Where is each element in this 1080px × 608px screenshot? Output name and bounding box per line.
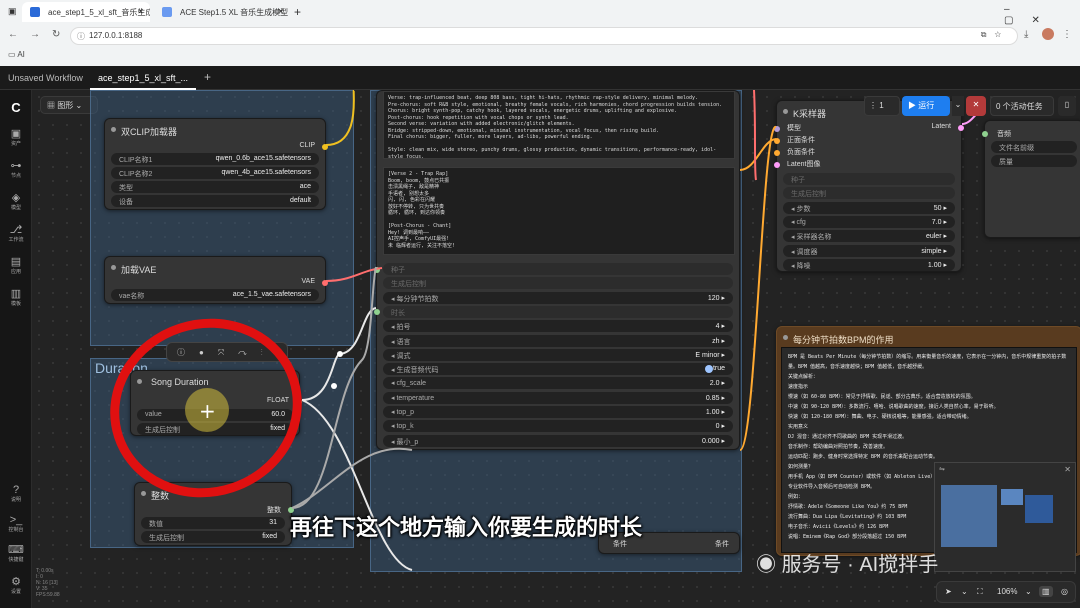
sidebar-item-console[interactable]: >_ 控制台 (0, 514, 32, 534)
cancel-run-button[interactable]: ✕ (966, 96, 986, 116)
comfy-favicon-icon (30, 7, 40, 17)
wechat-icon: ◉ (756, 554, 782, 576)
sidebar-item-workflows[interactable]: ⎇ 工作流 (0, 224, 32, 244)
app-icon: ▤ (10, 256, 22, 268)
browser-toolbar-icons[interactable]: ⤓ (1024, 29, 1036, 40)
active-tasks[interactable]: 0 个活动任务 (990, 96, 1054, 116)
nodes-icon: ⊶ (10, 160, 22, 172)
sidebar-item-settings[interactable]: ⚙ 设置 (0, 576, 32, 596)
run-button[interactable]: ▶ 运行 (902, 96, 950, 116)
browser-chrome: ace_step1_5_xl_sft_音乐生成 ✕ ACE Step1.5 XL … (0, 0, 1080, 66)
sidebar-item-nodes[interactable]: ⊶ 节点 (0, 160, 32, 180)
link-positive (739, 125, 777, 451)
perf-stats: T: 0.00s I: 0 N: 16 [13] V: 35 FPS:59.88 (36, 568, 60, 598)
minimap-node (1001, 489, 1023, 505)
left-sidebar: C ▣ 资产 ⊶ 节点 ◈ 模型 ⎇ 工作流 ▤ 应用 ▥ 模板 ? 说明 >_ 控制台 ⌨ 快捷… (0, 90, 32, 608)
close-icon[interactable]: ✕ (277, 7, 284, 16)
sidebar-item-assets[interactable]: ▣ 资产 (0, 128, 32, 148)
minimap-settings-icon[interactable]: ⇋ (939, 465, 945, 473)
link-clip (325, 90, 355, 146)
sidebar-item-apps[interactable]: ▤ 应用 (0, 256, 32, 276)
zoom-chevron-down-icon[interactable]: ⌄ (1025, 587, 1032, 596)
minimap-group (941, 485, 997, 547)
nav-buttons[interactable]: ←→↻ (8, 29, 72, 40)
new-tab-button[interactable]: + (294, 5, 301, 19)
site-info-icon: ⓘ (77, 32, 85, 41)
template-icon: ▥ (10, 288, 22, 300)
watermark: ◉ 服务号 · AI搅拌手 (756, 554, 939, 576)
run-options-chevron-down-icon[interactable]: ⌄ (952, 96, 964, 116)
browser-menu-icon[interactable]: ⋮ (1062, 29, 1072, 40)
sidebar-item-templates[interactable]: ▥ 模板 (0, 288, 32, 308)
bookmark-folder[interactable]: ▭ AI (8, 50, 25, 59)
settings-icon: ⚙ (11, 576, 21, 588)
tab-unsaved-workflow[interactable]: Unsaved Workflow (0, 66, 91, 90)
pointer-icon[interactable]: ➤ (945, 587, 952, 596)
comfy-logo: C (11, 100, 21, 115)
tab-list-icon[interactable]: ▣ (8, 6, 17, 17)
help-icon: ? (12, 484, 20, 496)
profile-avatar[interactable] (1042, 28, 1054, 40)
sidebar-item-shortcuts[interactable]: ⌨ 快捷键 (0, 544, 32, 564)
tab-active-workflow[interactable]: ace_step1_5_xl_sft_... (90, 66, 197, 90)
run-controls: ⋮ 1 ▶ 运行 ⌄ ✕ 0 个活动任务 ▯ (864, 96, 1076, 116)
add-workflow-button[interactable]: + (196, 66, 219, 90)
page-favicon-icon (162, 7, 172, 17)
window-controls[interactable]: –▢✕ (1004, 4, 1080, 26)
video-subtitle: 再往下这个地方输入你要生成的时长 (290, 515, 643, 540)
address-bar[interactable]: ⓘ 127.0.0.1:8188 ⧉☆ (70, 27, 1018, 45)
drag-handle-icon: ⋮ (869, 101, 880, 110)
workflow-icon: ⎇ (9, 224, 23, 236)
minimap-toggle-icon[interactable]: ▥ (1039, 586, 1053, 597)
reroute-point (331, 383, 337, 389)
browser-tab-active[interactable]: ace_step1_5_xl_sft_音乐生成 ✕ (22, 2, 150, 22)
batch-count[interactable]: ⋮ 1 (864, 96, 900, 116)
pointer-dropdown-chevron-down-icon[interactable]: ⌄ (961, 587, 968, 596)
link-vae-2 (753, 90, 757, 181)
browser-tab[interactable]: ACE Step1.5 XL 音乐生成模型 ✕ (154, 2, 290, 22)
terminal-icon: >_ (9, 514, 23, 526)
close-icon[interactable]: ✕ (137, 7, 144, 16)
plus-cursor-icon: + (199, 399, 216, 423)
sidebar-item-models[interactable]: ◈ 模型 (0, 192, 32, 212)
workflow-tab-bar: Unsaved Workflow ace_step1_5_xl_sft_... … (0, 66, 1080, 90)
minimap-node (1025, 495, 1053, 523)
minimap[interactable]: ⇋ ✕ (934, 462, 1076, 572)
zoom-level[interactable]: 106% (997, 587, 1017, 596)
model-icon: ◈ (11, 192, 21, 204)
image-icon: ▣ (10, 128, 22, 140)
folder-icon: ▭ (8, 50, 18, 59)
canvas-controls: ➤ ⌄ ⛶ 106% ⌄ ▥ ◎ (936, 581, 1076, 603)
panel-toggle-icon[interactable]: ▯ (1058, 96, 1076, 116)
close-icon[interactable]: ✕ (1064, 465, 1071, 474)
reroute-point (337, 351, 343, 357)
keyboard-icon: ⌨ (8, 544, 24, 556)
play-icon: ▶ (908, 101, 919, 110)
fit-view-icon[interactable]: ⛶ (977, 587, 983, 597)
sidebar-item-help[interactable]: ? 说明 (0, 484, 32, 504)
link-visibility-icon[interactable]: ◎ (1061, 587, 1068, 596)
bookmark-star-icon[interactable]: ⧉☆ (981, 30, 1009, 40)
